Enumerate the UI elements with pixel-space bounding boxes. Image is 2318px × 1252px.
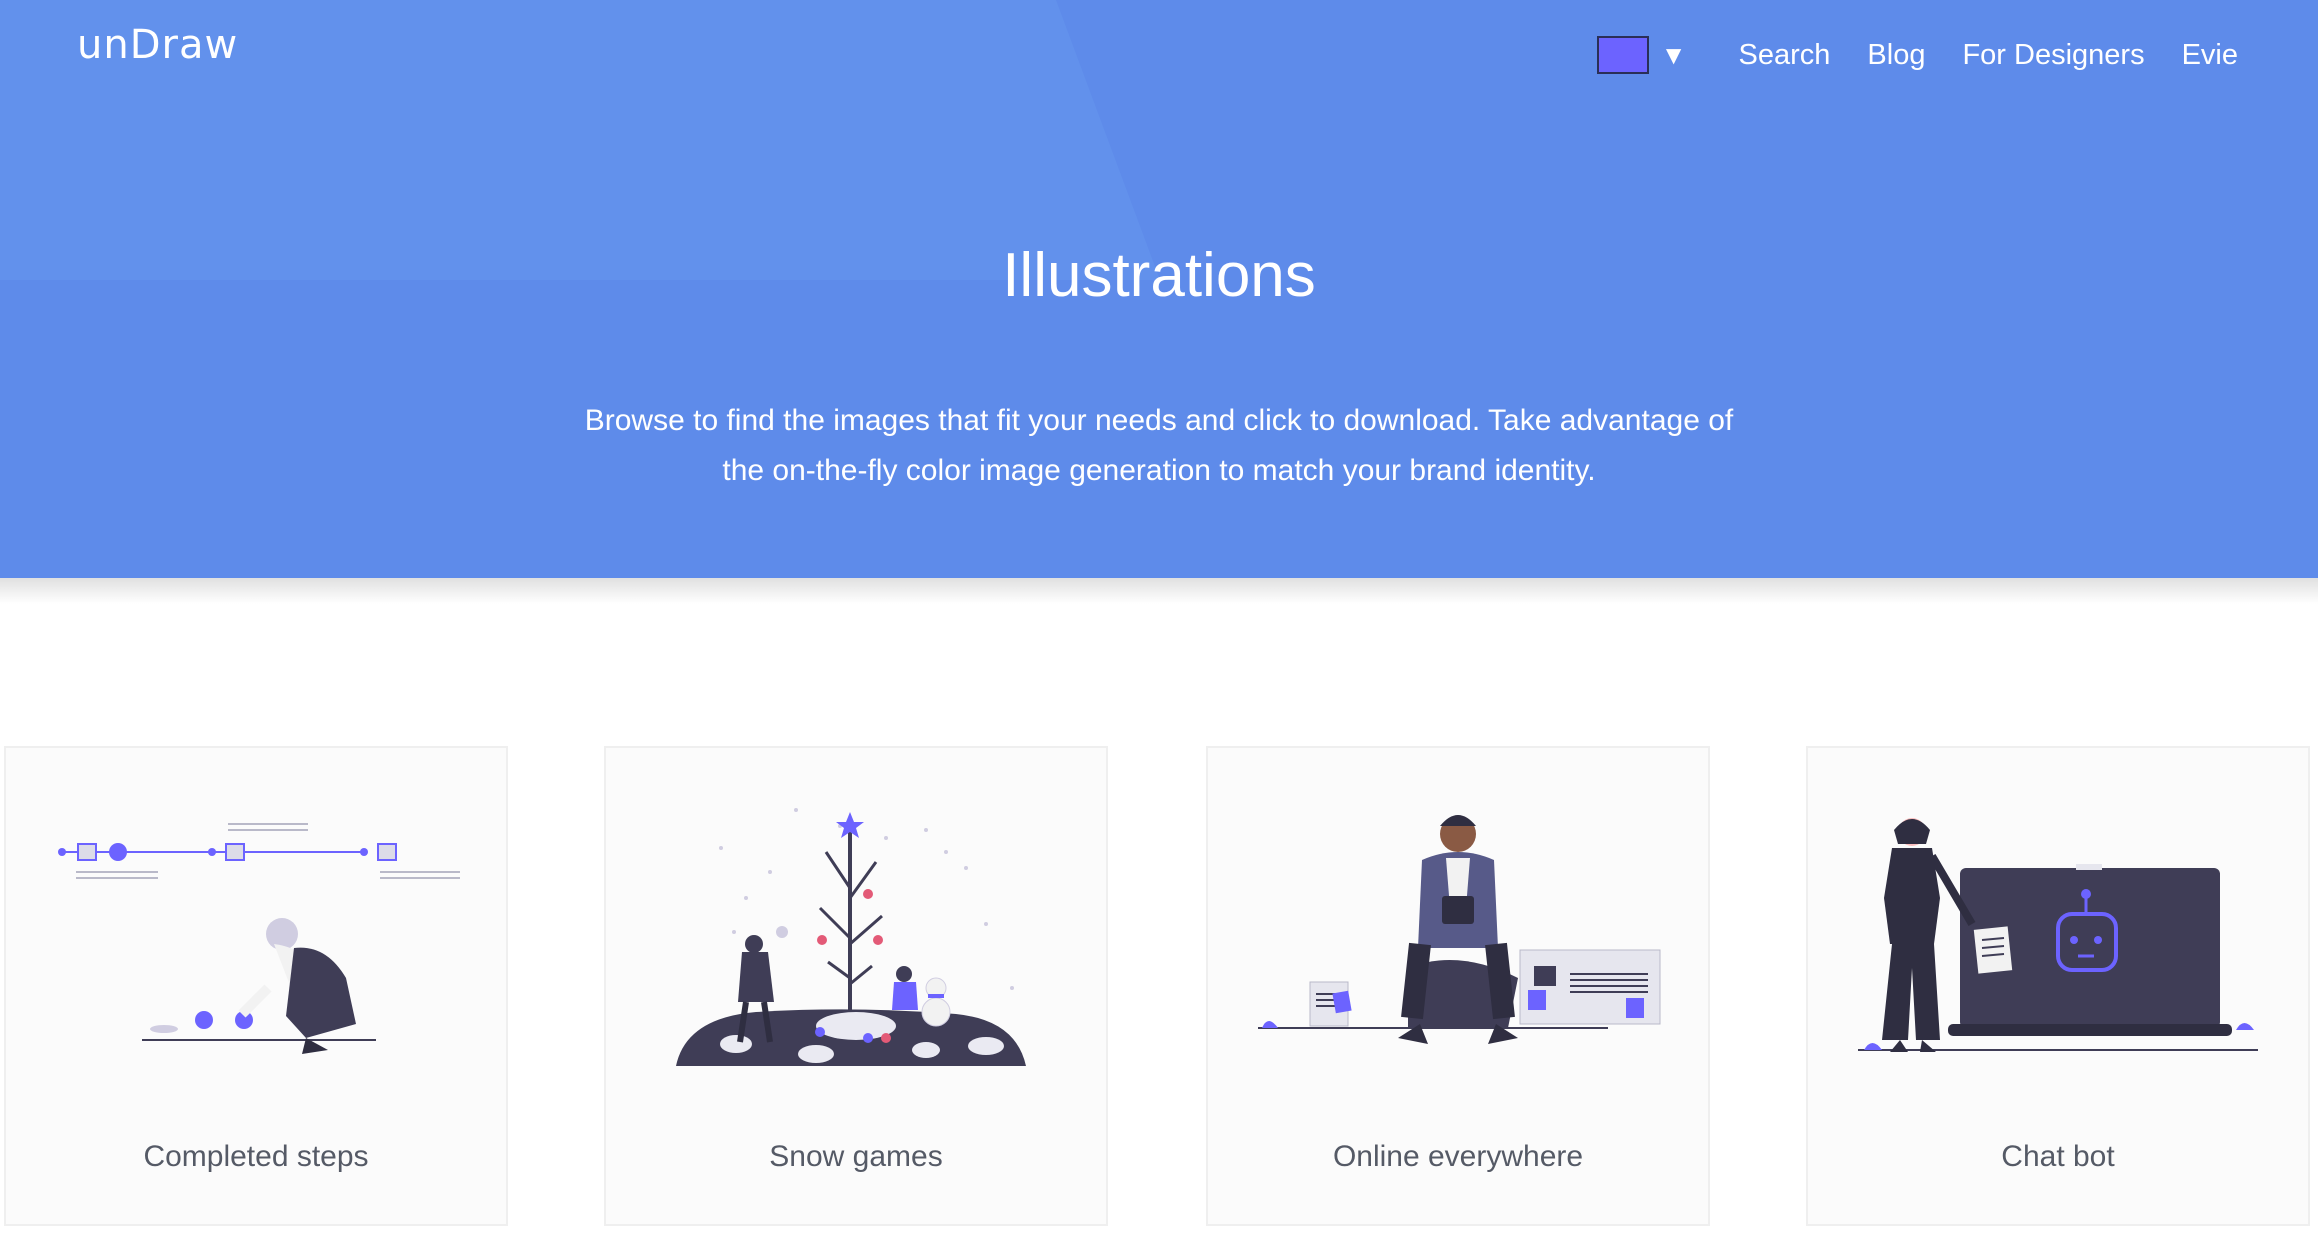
- illustration-label: Online everywhere: [1332, 1140, 1584, 1173]
- online-everywhere-illustration: [1258, 815, 1661, 1044]
- illustration-label: Snow games: [769, 1140, 943, 1173]
- hero-shadow: [0, 578, 2318, 604]
- illustration-card-completed-steps[interactable]: Completed steps: [4, 746, 508, 1226]
- nav-link-search[interactable]: Search: [1739, 39, 1831, 72]
- completed-steps-illustration: [58, 823, 460, 1054]
- chat-bot-illustration: [1858, 818, 2258, 1052]
- color-picker-swatch[interactable]: [1596, 36, 1649, 74]
- logo[interactable]: unDraw: [77, 22, 238, 68]
- top-nav: ▼ Search Blog For Designers Evie: [1596, 36, 2238, 74]
- snow-games-illustration: [676, 808, 1026, 1066]
- illustration-grid: Completed steps Snow games Online everyw…: [0, 746, 2318, 1226]
- illustration-card-snow-games[interactable]: Snow games: [604, 746, 1108, 1226]
- illustration-label: Completed steps: [143, 1140, 369, 1173]
- nav-link-blog[interactable]: Blog: [1867, 39, 1925, 72]
- page-title: Illustrations: [1002, 241, 1316, 310]
- nav-link-for-designers[interactable]: For Designers: [1962, 39, 2144, 72]
- illustration-card-chat-bot[interactable]: Chat bot: [1806, 746, 2310, 1226]
- nav-link-evie[interactable]: Evie: [2182, 39, 2238, 72]
- hero-banner: unDraw ▼ Search Blog For Designers Evie …: [0, 0, 2318, 578]
- illustration-label: Chat bot: [2001, 1140, 2115, 1173]
- page-subtitle: Browse to find the images that fit your …: [584, 404, 1734, 487]
- illustration-card-online-everywhere[interactable]: Online everywhere: [1206, 746, 1710, 1226]
- chevron-down-icon[interactable]: ▼: [1661, 42, 1687, 68]
